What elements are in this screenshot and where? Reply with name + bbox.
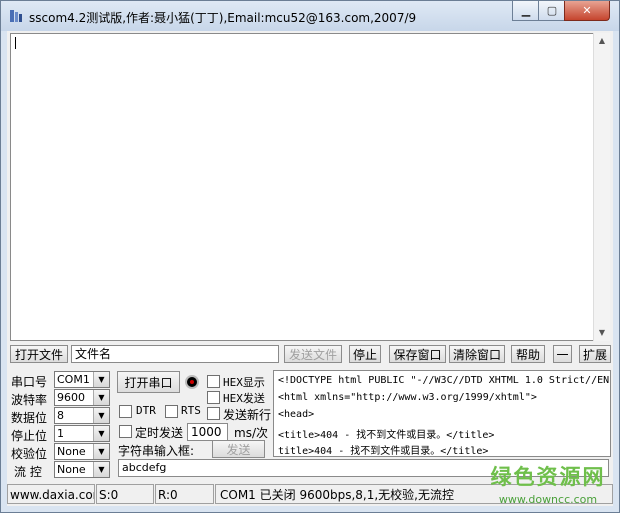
databits-label: 数据位 [11,411,48,425]
string-input-label: 字符串输入框: [118,444,195,458]
timed-send-label: 定时发送 [135,426,184,440]
send-text-area[interactable]: <!DOCTYPE html PUBLIC "-//W3C//DTD XHTML… [273,370,611,457]
chevron-down-icon[interactable]: ▼ [93,462,109,477]
baud-select[interactable]: 9600 ▼ [54,389,110,406]
dtr-checkbox[interactable] [119,405,132,418]
website-status: www.daxia.cor [7,484,95,504]
port-label: 串口号 [11,375,48,389]
hex-display-checkbox[interactable] [207,375,220,388]
save-window-button[interactable]: 保存窗口 [389,345,446,363]
baud-value: 9600 [57,391,85,404]
port-status-led-icon [185,375,199,389]
flow-select[interactable]: None ▼ [54,461,110,478]
main-panel: ▲ ▼ 打开文件 文件名 发送文件 停止 保存窗口 清除窗口 帮助 一 扩展 串… [7,31,613,506]
hex-display-label: HEX显示 [223,376,265,389]
rts-checkbox[interactable] [165,405,178,418]
port-value: COM1 [57,373,90,386]
rts-label: RTS [181,404,201,417]
window-title: sscom4.2测试版,作者:聂小猛(丁丁),Email:mcu52@163.c… [29,11,417,25]
minimize-button[interactable]: ▁ [512,1,540,21]
send-line: title>404 - 找不到文件或目录。</title> [278,446,489,457]
chevron-down-icon[interactable]: ▼ [93,408,109,423]
stop-button[interactable]: 停止 [349,345,381,363]
send-line: <html xmlns="http://www.w3.org/1999/xhtm… [278,392,537,403]
timed-send-checkbox[interactable] [119,425,132,438]
minimize-icon: ▁ [521,4,531,17]
send-file-button[interactable]: 发送文件 [284,345,342,363]
scroll-down-arrow-icon[interactable]: ▼ [594,325,610,341]
maximize-icon: ▢ [546,4,558,17]
app-window: sscom4.2测试版,作者:聂小猛(丁丁),Email:mcu52@163.c… [0,0,620,513]
help-button[interactable]: 帮助 [511,345,545,363]
port-select[interactable]: COM1 ▼ [54,371,110,388]
text-cursor [15,37,16,49]
close-icon: ✕ [582,4,592,17]
status-bar: www.daxia.cor S:0 R:0 COM1 已关闭 9600bps,8… [7,484,613,506]
send-line: <!DOCTYPE html PUBLIC "-//W3C//DTD XHTML… [278,375,611,386]
receive-scrollbar[interactable]: ▲ ▼ [593,33,610,341]
interval-input[interactable]: 1000 [187,423,228,441]
databits-select[interactable]: 8 ▼ [54,407,110,424]
open-file-button[interactable]: 打开文件 [10,345,68,363]
received-count: R:0 [155,484,214,504]
chevron-down-icon[interactable]: ▼ [93,426,109,441]
hex-send-checkbox[interactable] [207,391,220,404]
file-name-field[interactable]: 文件名 [71,345,279,363]
expand-button[interactable]: 扩展 [579,345,611,363]
chevron-down-icon[interactable]: ▼ [93,444,109,459]
receive-area[interactable] [10,33,594,341]
stopbits-value: 1 [57,427,64,440]
sent-count: S:0 [96,484,154,504]
collapse-button[interactable]: 一 [553,345,572,363]
chevron-down-icon[interactable]: ▼ [93,390,109,405]
app-icon [10,10,22,22]
flow-label: 流 控 [14,465,42,479]
stopbits-select[interactable]: 1 ▼ [54,425,110,442]
send-line: <head> [278,409,315,420]
send-button[interactable]: 发送 [212,440,265,458]
parity-label: 校验位 [11,447,48,461]
maximize-button[interactable]: ▢ [538,1,566,21]
scroll-up-arrow-icon[interactable]: ▲ [594,33,610,49]
clear-window-button[interactable]: 清除窗口 [449,345,505,363]
port-status-text: COM1 已关闭 9600bps,8,1,无校验,无流控 [215,484,613,504]
databits-value: 8 [57,409,64,422]
interval-unit-label: ms/次 [234,426,268,440]
open-port-button[interactable]: 打开串口 [117,371,180,393]
flow-value: None [57,463,86,476]
dtr-label: DTR [136,404,156,417]
baud-label: 波特率 [11,393,48,407]
send-newline-checkbox[interactable] [207,407,220,420]
title-bar[interactable]: sscom4.2测试版,作者:聂小猛(丁丁),Email:mcu52@163.c… [1,1,619,31]
chevron-down-icon[interactable]: ▼ [93,372,109,387]
close-button[interactable]: ✕ [564,1,610,21]
send-line: <title>404 - 找不到文件或目录。</title> [278,430,495,441]
hex-send-label: HEX发送 [223,392,265,405]
stopbits-label: 停止位 [11,429,48,443]
send-newline-label: 发送新行 [223,408,272,422]
parity-value: None [57,445,86,458]
parity-select[interactable]: None ▼ [54,443,110,460]
string-input-field[interactable]: abcdefg [118,459,609,477]
